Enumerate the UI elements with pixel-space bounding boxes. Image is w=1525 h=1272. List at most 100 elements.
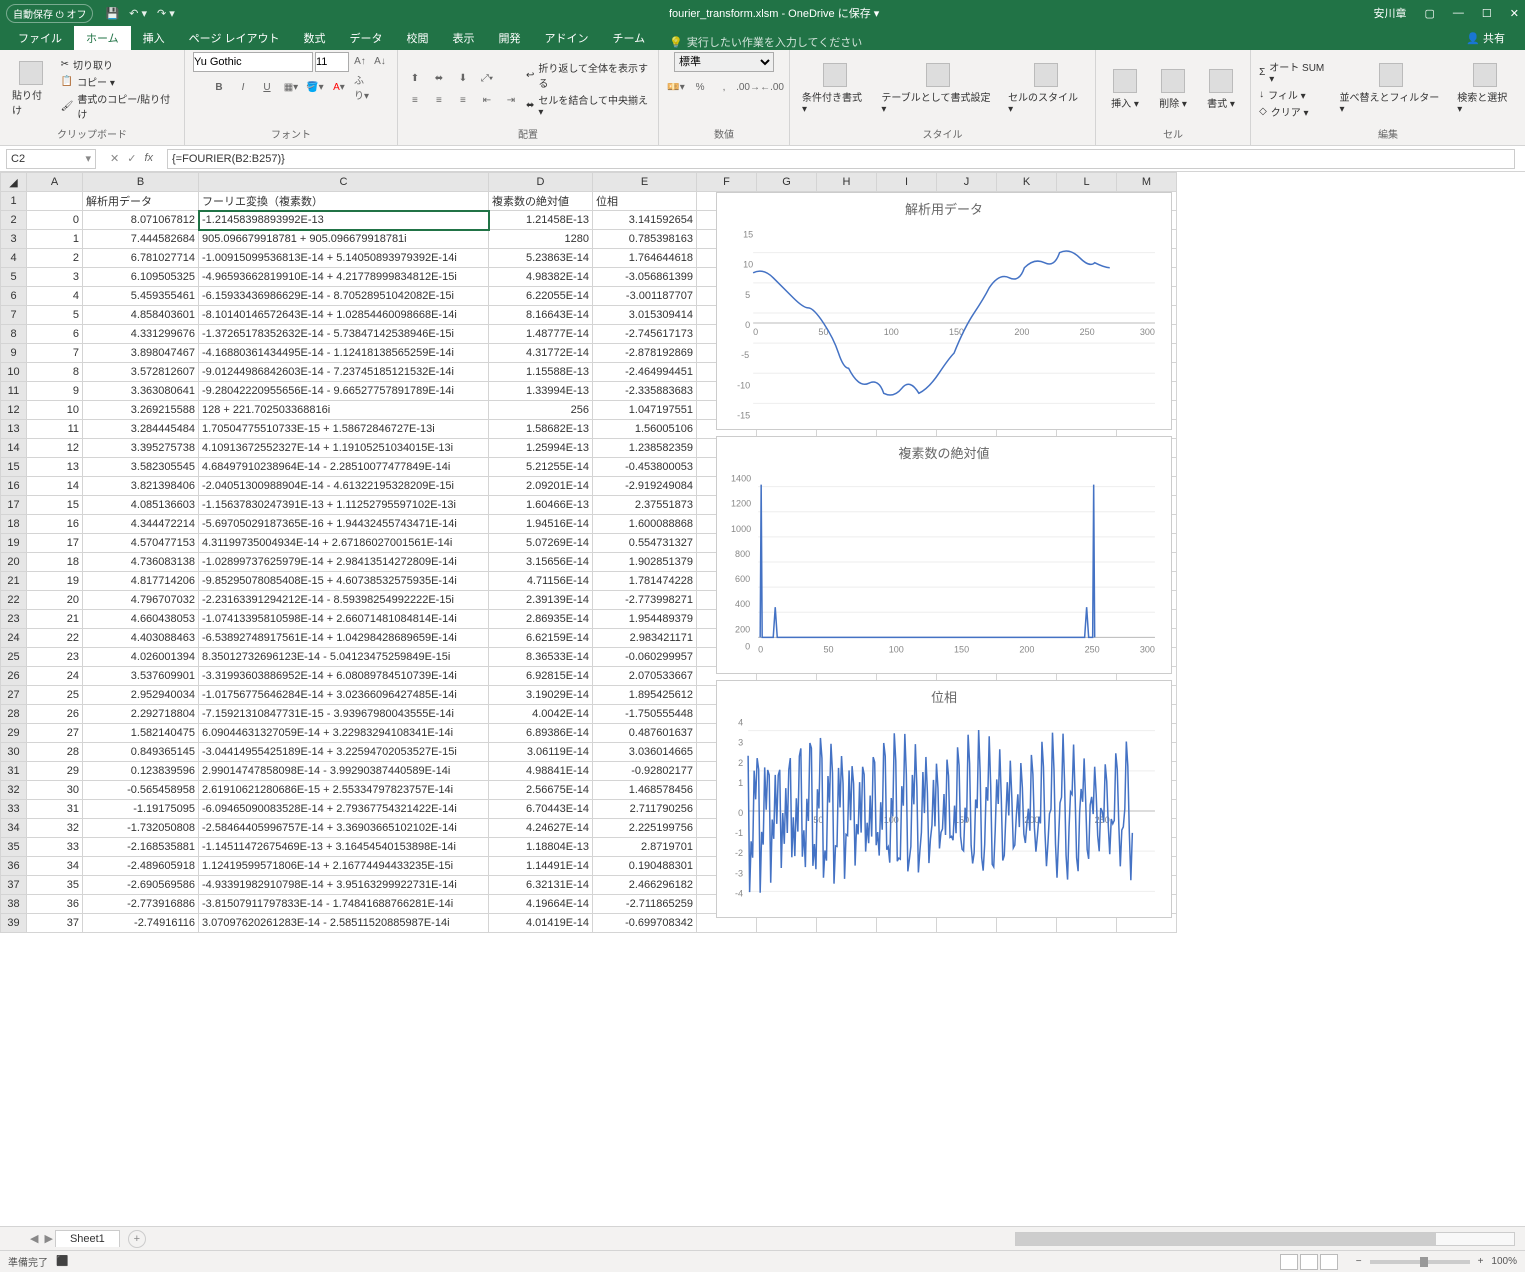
cell[interactable]: 24 bbox=[27, 667, 83, 686]
cell[interactable]: 4.98841E-14 bbox=[489, 762, 593, 781]
select-all-corner[interactable]: ◢ bbox=[1, 173, 27, 192]
tab-addins[interactable]: アドイン bbox=[533, 26, 601, 50]
cell[interactable]: 25 bbox=[27, 686, 83, 705]
row-header[interactable]: 14 bbox=[1, 439, 27, 458]
cell[interactable]: -0.453800053 bbox=[593, 458, 697, 477]
cell[interactable]: -8.10140146572643E-14 + 1.02854460098668… bbox=[199, 306, 489, 325]
tab-file[interactable]: ファイル bbox=[6, 26, 74, 50]
cell[interactable]: 5 bbox=[27, 306, 83, 325]
cell[interactable]: 22 bbox=[27, 629, 83, 648]
column-header[interactable]: H bbox=[817, 173, 877, 192]
cell[interactable]: 5.07269E-14 bbox=[489, 534, 593, 553]
cell[interactable]: -0.92802177 bbox=[593, 762, 697, 781]
cell[interactable]: -4.93391982910798E-14 + 3.95163299922731… bbox=[199, 876, 489, 895]
cell[interactable]: -1.00915099536813E-14 + 5.14050893979392… bbox=[199, 249, 489, 268]
cell[interactable]: 1.21458E-13 bbox=[489, 211, 593, 230]
copy-button[interactable]: 📋 コピー ▾ bbox=[61, 74, 176, 89]
worksheet-grid[interactable]: ◢ABCDEFGHIJKLM 1解析用データフーリエ変換（複素数）複素数の絶対値… bbox=[0, 172, 1525, 1226]
cell[interactable]: -2.464994451 bbox=[593, 363, 697, 382]
cell[interactable]: 2.99014747858098E-14 - 3.99290387440589E… bbox=[199, 762, 489, 781]
column-header[interactable]: E bbox=[593, 173, 697, 192]
zoom-in-icon[interactable]: + bbox=[1478, 1256, 1484, 1267]
cell[interactable]: -6.15933436986629E-14 - 8.70528951042082… bbox=[199, 287, 489, 306]
cell[interactable]: 6.70443E-14 bbox=[489, 800, 593, 819]
cell[interactable]: 33 bbox=[27, 838, 83, 857]
tab-team[interactable]: チーム bbox=[601, 26, 658, 50]
row-header[interactable]: 8 bbox=[1, 325, 27, 344]
column-header[interactable]: L bbox=[1057, 173, 1117, 192]
cell[interactable]: -2.711865259 bbox=[593, 895, 697, 914]
cell[interactable]: 905.096679918781 + 905.096679918781i bbox=[199, 230, 489, 249]
cell[interactable]: 1.468578456 bbox=[593, 781, 697, 800]
cell[interactable]: -2.773916886 bbox=[83, 895, 199, 914]
cell[interactable]: 1.15588E-13 bbox=[489, 363, 593, 382]
cell[interactable]: 23 bbox=[27, 648, 83, 667]
cell[interactable]: 複素数の絶対値 bbox=[489, 192, 593, 211]
row-header[interactable]: 26 bbox=[1, 667, 27, 686]
cell[interactable]: 128 + 221.702503368816i bbox=[199, 401, 489, 420]
row-header[interactable]: 37 bbox=[1, 876, 27, 895]
cell[interactable]: 8.36533E-14 bbox=[489, 648, 593, 667]
decrease-font-icon[interactable]: A↓ bbox=[371, 52, 389, 70]
cell[interactable]: -1.14511472675469E-13 + 3.16454540153898… bbox=[199, 838, 489, 857]
fx-icon[interactable]: fx bbox=[144, 152, 153, 165]
tab-dev[interactable]: 開発 bbox=[487, 26, 533, 50]
cell[interactable]: 30 bbox=[27, 781, 83, 800]
cell[interactable]: 6.781027714 bbox=[83, 249, 199, 268]
cell[interactable]: 1.600088868 bbox=[593, 515, 697, 534]
format-table-button[interactable]: テーブルとして書式設定 ▾ bbox=[877, 61, 998, 117]
row-header[interactable]: 11 bbox=[1, 382, 27, 401]
cell[interactable]: 1.895425612 bbox=[593, 686, 697, 705]
merge-center-button[interactable]: ⬌ セルを結合して中央揃え ▾ bbox=[526, 92, 650, 118]
cell[interactable]: 4.10913672552327E-14 + 1.19105251034015E… bbox=[199, 439, 489, 458]
row-header[interactable]: 18 bbox=[1, 515, 27, 534]
column-header[interactable]: B bbox=[83, 173, 199, 192]
cell[interactable]: 5.459355461 bbox=[83, 287, 199, 306]
cell[interactable]: 11 bbox=[27, 420, 83, 439]
column-header[interactable]: A bbox=[27, 173, 83, 192]
cell[interactable]: 1.047197551 bbox=[593, 401, 697, 420]
cell[interactable]: -1.19175095 bbox=[83, 800, 199, 819]
column-header[interactable]: J bbox=[937, 173, 997, 192]
cell[interactable]: 6.32131E-14 bbox=[489, 876, 593, 895]
name-box[interactable]: C2▾ bbox=[6, 149, 96, 169]
cell[interactable]: 256 bbox=[489, 401, 593, 420]
tab-home[interactable]: ホーム bbox=[74, 26, 131, 50]
cell[interactable]: 3.015309414 bbox=[593, 306, 697, 325]
cell[interactable]: -1.01756775646284E-14 + 3.02366096427485… bbox=[199, 686, 489, 705]
row-header[interactable]: 24 bbox=[1, 629, 27, 648]
row-header[interactable]: 20 bbox=[1, 553, 27, 572]
cell[interactable]: -1.07413395810598E-14 + 2.66071481084814… bbox=[199, 610, 489, 629]
cell[interactable]: 4.24627E-14 bbox=[489, 819, 593, 838]
clear-button[interactable]: ◇ クリア ▾ bbox=[1259, 104, 1329, 119]
cell[interactable]: 21 bbox=[27, 610, 83, 629]
cell[interactable]: 3 bbox=[27, 268, 83, 287]
cell[interactable]: 3.572812607 bbox=[83, 363, 199, 382]
cell[interactable]: 17 bbox=[27, 534, 83, 553]
cell[interactable]: フーリエ変換（複素数） bbox=[199, 192, 489, 211]
cell[interactable]: 0.785398163 bbox=[593, 230, 697, 249]
cell[interactable]: 1.48777E-14 bbox=[489, 325, 593, 344]
tab-layout[interactable]: ページ レイアウト bbox=[177, 26, 292, 50]
format-cells-button[interactable]: 書式 ▾ bbox=[1200, 67, 1242, 112]
cell[interactable]: 4.736083138 bbox=[83, 553, 199, 572]
autosave-toggle[interactable]: 自動保存 ⏻ オフ bbox=[6, 4, 93, 23]
cell[interactable]: 5.21255E-14 bbox=[489, 458, 593, 477]
cell[interactable]: -4.16880361434495E-14 - 1.12418138565259… bbox=[199, 344, 489, 363]
cell[interactable]: 27 bbox=[27, 724, 83, 743]
cell[interactable]: 2.09201E-14 bbox=[489, 477, 593, 496]
cell[interactable]: 7 bbox=[27, 344, 83, 363]
chart-2[interactable]: 複素数の絶対値 1400120010008006004002000 050100… bbox=[716, 436, 1172, 674]
cell[interactable]: 3.07097620261283E-14 - 2.58511520885987E… bbox=[199, 914, 489, 933]
row-header[interactable]: 4 bbox=[1, 249, 27, 268]
enter-formula-icon[interactable]: ✓ bbox=[127, 152, 136, 165]
number-format-select[interactable]: 標準 bbox=[674, 52, 774, 72]
row-header[interactable]: 2 bbox=[1, 211, 27, 230]
row-header[interactable]: 39 bbox=[1, 914, 27, 933]
currency-icon[interactable]: 💴▾ bbox=[667, 78, 685, 96]
column-header[interactable]: M bbox=[1117, 173, 1177, 192]
cell[interactable]: 1.582140475 bbox=[83, 724, 199, 743]
cell[interactable]: 2.711790256 bbox=[593, 800, 697, 819]
column-header[interactable]: C bbox=[199, 173, 489, 192]
cell[interactable]: -9.85295078085408E-15 + 4.60738532575935… bbox=[199, 572, 489, 591]
